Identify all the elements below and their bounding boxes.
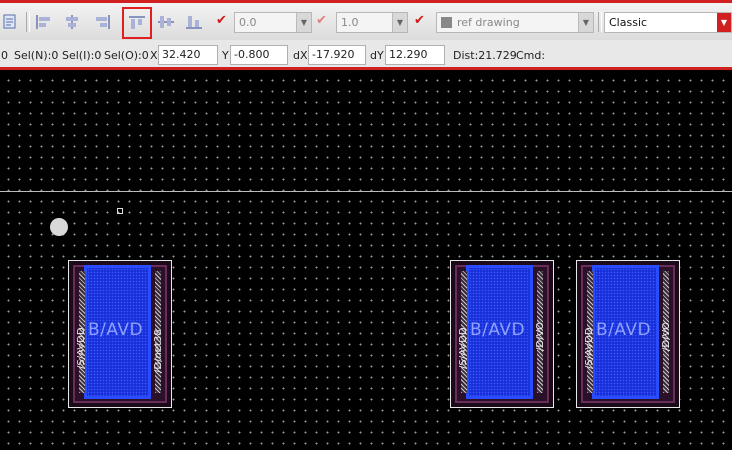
select-count: 0 [1,49,8,62]
body-label: B/AVD [470,320,526,340]
width-combo[interactable]: 0.0 ▼ [234,12,312,33]
sel-n: Sel(N):0 [14,49,59,62]
align-bottom-icon[interactable] [184,11,204,33]
body-label: B/AVD [88,320,144,340]
align-middle-icon[interactable] [156,11,176,33]
layer-combo[interactable]: ref drawing ▼ [436,12,594,33]
layout-canvas[interactable]: /S/AVDD /D/net38 B/AVD /S/AVDD /D/VO B/A… [0,73,732,450]
style-combo[interactable]: Classic ▼ [604,12,732,33]
dy-field[interactable]: 12.290 [385,45,445,65]
scale-check-icon[interactable]: ✔ [316,13,327,28]
y-label: Y [222,49,229,62]
align-top-icon[interactable] [122,7,152,39]
axis-line [0,191,732,192]
layer-check-icon[interactable]: ✔ [414,13,425,28]
toolbar-separator [598,12,602,32]
source-label: /S/AVDD [458,327,469,369]
transistor-cell[interactable]: /S/AVDD /D/VO B/AVD [450,260,554,408]
scale-value: 1.0 [341,16,359,29]
chevron-down-icon[interactable]: ▼ [717,13,731,32]
snap-marker-icon [117,208,123,214]
drain-label: /D/VO [535,322,546,351]
drain-label: /D/VO [661,322,672,351]
align-right-icon[interactable] [92,11,112,33]
layer-value: ref drawing [457,16,520,29]
align-left-icon[interactable] [34,11,54,33]
chevron-down-icon[interactable]: ▼ [392,13,407,32]
width-check-icon[interactable]: ✔ [216,13,227,28]
status-bar: 0 Sel(N):0 Sel(I):0 Sel(O):0 X 32.420 Y … [0,40,732,70]
scale-combo[interactable]: 1.0 ▼ [336,12,408,33]
zoom-fit-icon[interactable] [0,11,20,33]
layer-swatch-icon [441,17,452,28]
toolbar-separator [26,12,30,32]
cmd-label: Cmd: [516,49,546,62]
transistor-cell[interactable]: /S/AVDD /D/net38 B/AVD [68,260,172,408]
style-value: Classic [609,16,648,29]
source-label: /S/AVDD [76,327,87,369]
body-label: B/AVD [596,320,652,340]
chevron-down-icon[interactable]: ▼ [296,13,311,32]
dx-field[interactable]: -17.920 [308,45,366,65]
toolbar-top: ✔ 0.0 ▼ ✔ 1.0 ▼ ✔ ref drawing ▼ Classic … [0,0,732,40]
sel-o: Sel(O):0 [104,49,149,62]
drain-label: /D/net38 [153,329,164,373]
align-center-icon[interactable] [62,11,82,33]
sel-i: Sel(I):0 [62,49,102,62]
distance-readout: Dist:21.729 [453,49,517,62]
x-label: X [150,49,158,62]
dx-label: dX [293,49,308,62]
origin-marker-icon [50,218,68,236]
y-field[interactable]: -0.800 [230,45,288,65]
width-value: 0.0 [239,16,257,29]
transistor-cell[interactable]: /S/AVDD /D/VO B/AVD [576,260,680,408]
source-label: /S/AVDD [584,327,595,369]
x-field[interactable]: 32.420 [158,45,218,65]
chevron-down-icon[interactable]: ▼ [578,13,593,32]
dy-label: dY [370,49,384,62]
